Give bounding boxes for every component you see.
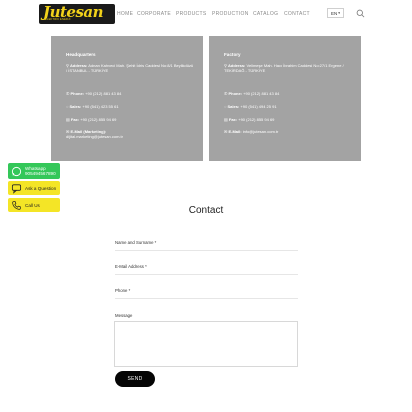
- chat-icon: [11, 183, 22, 194]
- headquarters-card: Headquarters ⚲ Address: Adnan Kahveci Ma…: [51, 36, 203, 161]
- card-title: Factory: [224, 52, 241, 57]
- email-field[interactable]: [115, 274, 298, 275]
- phone-row[interactable]: ✆ Phone: +90 (212) 881 43 84: [224, 91, 352, 96]
- language-select[interactable]: EN ▾: [327, 8, 344, 18]
- phone-label: Phone:: [228, 91, 243, 96]
- email-row[interactable]: ✉ E-Mail: info@jutesan.com.tr: [224, 129, 352, 134]
- whatsapp-button[interactable]: Whatsapp 905494567890: [8, 163, 60, 179]
- search-icon[interactable]: [356, 9, 365, 18]
- message-label: Message: [115, 313, 133, 318]
- nav-corporate[interactable]: CORPORATE: [137, 11, 171, 17]
- factory-card: Factory ⚲ Address: Velimeşe Mah. Hacı İb…: [209, 36, 361, 161]
- fax-row: ▤ Fax: +90 (212) 855 94 69: [66, 117, 194, 122]
- ask-question-label: Ask a Question: [25, 185, 57, 191]
- sales-row[interactable]: ◌ Sales: +90 (541) 423 55 61: [66, 104, 194, 109]
- chevron-down-icon: ▾: [338, 11, 341, 15]
- sales-label: Sales:: [227, 104, 240, 109]
- address-row: ⚲ Address: Velimeşe Mah. Hacı İbrahim Ca…: [224, 63, 352, 74]
- card-title: Headquarters: [66, 52, 96, 57]
- phone-label: Phone *: [115, 288, 131, 293]
- email-label: E-Mail Address *: [115, 264, 147, 269]
- name-label: Name and Surname *: [115, 240, 157, 245]
- email-value: dijital.marketing@jutesan.com.tr: [66, 134, 123, 140]
- logo-tagline: ELEKTRİK ENERJİ: [45, 18, 71, 21]
- site-header: Jutesan ELEKTRİK ENERJİ HOME CORPORATE P…: [0, 0, 412, 28]
- message-textarea[interactable]: [114, 321, 298, 367]
- phone-value: +90 (212) 881 43 84: [85, 91, 122, 96]
- address-row: ⚲ Address: Adnan Kahveci Mah. Şehit İdri…: [66, 63, 194, 74]
- fax-value: +90 (212) 855 94 69: [238, 117, 275, 122]
- nav-home[interactable]: HOME: [117, 11, 133, 17]
- fax-label: Fax:: [70, 117, 80, 122]
- phone-value: +90 (212) 881 43 84: [243, 91, 280, 96]
- sales-value: +90 (541) 423 55 61: [82, 104, 119, 109]
- fax-label: Fax:: [228, 117, 238, 122]
- whatsapp-number: 905494567890: [25, 171, 56, 176]
- fax-row: ▤ Fax: +90 (212) 855 94 69: [224, 117, 352, 122]
- address-label: Address:: [70, 63, 88, 68]
- phone-row[interactable]: ✆ Phone: +90 (212) 881 43 84: [66, 91, 194, 96]
- sales-row[interactable]: ◌ Sales: +90 (541) 494 25 91: [224, 104, 352, 109]
- nav-production[interactable]: PRODUCTION: [212, 11, 249, 17]
- nav-products[interactable]: PRODUCTS: [176, 11, 206, 17]
- language-value: EN: [330, 10, 338, 16]
- sales-label: Sales:: [69, 104, 82, 109]
- address-label: Address:: [228, 63, 246, 68]
- site-logo[interactable]: Jutesan ELEKTRİK ENERJİ: [39, 4, 115, 24]
- email-row[interactable]: ✉ E-Mail (Marketing): dijital.marketing@…: [66, 129, 194, 140]
- email-label: E-Mail:: [228, 129, 242, 134]
- send-button[interactable]: SEND: [115, 371, 155, 387]
- sales-value: +90 (541) 494 25 91: [240, 104, 277, 109]
- ask-question-button[interactable]: Ask a Question: [8, 181, 60, 195]
- nav-catalog[interactable]: CATALOG: [253, 11, 278, 17]
- email-label: E-Mail (Marketing):: [70, 129, 107, 134]
- whatsapp-text: Whatsapp 905494567890: [25, 166, 56, 177]
- email-value: info@jutesan.com.tr: [242, 129, 279, 134]
- name-field[interactable]: [115, 250, 298, 251]
- whatsapp-icon: [11, 166, 22, 176]
- phone-label: Phone:: [70, 91, 85, 96]
- phone-field[interactable]: [115, 298, 298, 299]
- fax-value: +90 (212) 855 94 69: [80, 117, 117, 122]
- nav-contact[interactable]: CONTACT: [284, 11, 310, 17]
- page-title: Contact: [188, 205, 224, 216]
